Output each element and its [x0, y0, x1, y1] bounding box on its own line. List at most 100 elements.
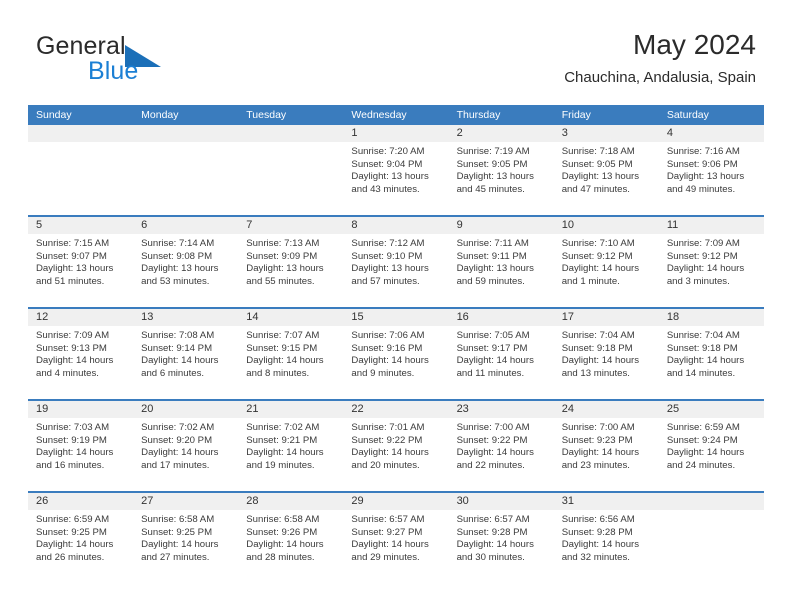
daylight-text: Daylight: 14 hours — [666, 447, 745, 459]
sunrise-text: Sunrise: 6:57 AM — [456, 514, 530, 525]
daylight-text: Daylight: 13 hours — [456, 263, 534, 275]
sunset-text: Sunset: 9:27 PM — [351, 526, 423, 538]
calendar-day-cell[interactable]: 7 Sunrise: 7:13 AM Sunset: 9:09 PM Daylight… — [238, 217, 343, 307]
day-details: Sunrise: 7:14 AM Sunset: 9:08 PM Daylight:… — [141, 234, 230, 288]
calendar-day-cell[interactable]: 23 Sunrise: 7:00 AM Sunset: 9:22 PM Dayligh… — [449, 401, 554, 491]
sunset-text: Sunset: 9:22 PM — [351, 434, 423, 446]
sunset-text: Sunset: 9:25 PM — [141, 526, 213, 538]
daylight-text: Daylight: 13 hours — [561, 171, 640, 183]
sunrise-text: Sunrise: 7:00 AM — [561, 422, 635, 433]
calendar-day-cell[interactable]: 13 Sunrise: 7:08 AM Sunset: 9:14 PM Dayligh… — [133, 309, 238, 399]
day-details: Sunrise: 6:57 AM Sunset: 9:28 PM Daylight:… — [457, 510, 546, 564]
weekday-header-tuesday: Tuesday — [246, 109, 287, 121]
day-number: 25 — [666, 403, 680, 415]
daylight-text-cont: and 29 minutes. — [351, 551, 420, 563]
calendar-day-cell[interactable]: 3 Sunrise: 7:18 AM Sunset: 9:05 PM Daylight… — [554, 125, 659, 215]
daylight-text-cont: and 3 minutes. — [666, 275, 730, 287]
calendar-day-cell[interactable]: 24 Sunrise: 7:00 AM Sunset: 9:23 PM Dayligh… — [554, 401, 659, 491]
calendar-day-cell[interactable]: 16 Sunrise: 7:05 AM Sunset: 9:17 PM Dayligh… — [449, 309, 554, 399]
calendar-day-cell[interactable]: 31 Sunrise: 6:56 AM Sunset: 9:28 PM Dayligh… — [554, 493, 659, 581]
sunrise-text: Sunrise: 7:08 AM — [141, 330, 215, 341]
weekday-header-monday: Monday — [141, 109, 179, 121]
calendar-week-row: 12 Sunrise: 7:09 AM Sunset: 9:13 PM Dayligh… — [28, 307, 764, 399]
calendar-day-cell[interactable]: 12 Sunrise: 7:09 AM Sunset: 9:13 PM Dayligh… — [28, 309, 133, 399]
calendar-day-cell[interactable]: 19 Sunrise: 7:03 AM Sunset: 9:19 PM Dayligh… — [28, 401, 133, 491]
sunset-text: Sunset: 9:11 PM — [456, 250, 527, 262]
sunset-text: Sunset: 9:12 PM — [561, 250, 633, 262]
day-number: 19 — [36, 403, 49, 415]
calendar-day-cell[interactable]: 11 Sunrise: 7:09 AM Sunset: 9:12 PM Dayligh… — [659, 217, 764, 307]
daylight-text-cont: and 11 minutes. — [456, 367, 525, 379]
page-header: General Blue May 2024 Chauchina, Andalus… — [0, 28, 792, 100]
sunset-text: Sunset: 9:05 PM — [561, 158, 633, 170]
day-number: 15 — [351, 311, 364, 323]
daylight-text-cont: and 32 minutes. — [561, 551, 630, 563]
day-number: 14 — [246, 311, 259, 323]
calendar-day-cell[interactable]: 1 Sunrise: 7:20 AM Sunset: 9:04 PM Daylight… — [343, 125, 448, 215]
day-number: 4 — [666, 127, 673, 139]
calendar-day-cell[interactable]: 28 Sunrise: 6:58 AM Sunset: 9:26 PM Dayligh… — [238, 493, 343, 581]
sunset-text: Sunset: 9:16 PM — [351, 342, 423, 354]
calendar-day-cell[interactable]: 17 Sunrise: 7:04 AM Sunset: 9:18 PM Dayligh… — [554, 309, 659, 399]
calendar-day-cell[interactable]: 15 Sunrise: 7:06 AM Sunset: 9:16 PM Dayligh… — [343, 309, 448, 399]
brand-name-general: General — [36, 32, 126, 60]
weekday-header-sunday: Sunday — [36, 109, 72, 121]
sunrise-text: Sunrise: 6:59 AM — [666, 422, 740, 433]
daylight-text: Daylight: 14 hours — [351, 447, 429, 459]
calendar-day-cell[interactable]: 8 Sunrise: 7:12 AM Sunset: 9:10 PM Daylight… — [343, 217, 448, 307]
calendar-day-cell[interactable]: 10 Sunrise: 7:10 AM Sunset: 9:12 PM Dayligh… — [554, 217, 659, 307]
sunset-text: Sunset: 9:21 PM — [246, 434, 318, 446]
daylight-text: Daylight: 14 hours — [456, 355, 534, 367]
day-number: 6 — [141, 219, 148, 231]
sunrise-text: Sunrise: 7:20 AM — [351, 146, 425, 157]
calendar-day-cell[interactable]: 22 Sunrise: 7:01 AM Sunset: 9:22 PM Dayligh… — [343, 401, 448, 491]
daylight-text: Daylight: 14 hours — [561, 447, 640, 459]
sunset-text: Sunset: 9:22 PM — [456, 434, 528, 446]
calendar-day-cell[interactable]: 29 Sunrise: 6:57 AM Sunset: 9:27 PM Dayligh… — [343, 493, 448, 581]
sunset-text: Sunset: 9:25 PM — [36, 526, 107, 538]
weekday-header-friday: Friday — [561, 109, 591, 121]
calendar-day-cell[interactable]: 4 Sunrise: 7:16 AM Sunset: 9:06 PM Daylight… — [659, 125, 764, 215]
calendar-day-cell[interactable]: 25 Sunrise: 6:59 AM Sunset: 9:24 PM Dayligh… — [659, 401, 764, 491]
calendar-day-cell[interactable]: 2 Sunrise: 7:19 AM Sunset: 9:05 PM Daylight… — [449, 125, 554, 215]
calendar-empty-cell — [28, 125, 133, 215]
sunrise-text: Sunrise: 6:58 AM — [246, 514, 320, 525]
day-details: Sunrise: 7:09 AM Sunset: 9:12 PM Daylight:… — [667, 234, 756, 288]
daylight-text-cont: and 55 minutes. — [246, 275, 315, 287]
calendar-day-cell[interactable]: 27 Sunrise: 6:58 AM Sunset: 9:25 PM Dayligh… — [133, 493, 238, 581]
sunset-text: Sunset: 9:26 PM — [246, 526, 318, 538]
sunset-text: Sunset: 9:13 PM — [36, 342, 107, 354]
calendar-day-cell[interactable]: 14 Sunrise: 7:07 AM Sunset: 9:15 PM Dayligh… — [238, 309, 343, 399]
daylight-text-cont: and 27 minutes. — [141, 551, 210, 563]
calendar-empty-cell — [659, 493, 764, 581]
day-number: 7 — [246, 219, 253, 231]
sunrise-text: Sunrise: 7:02 AM — [141, 422, 215, 433]
day-number: 28 — [246, 495, 259, 507]
day-details: Sunrise: 7:00 AM Sunset: 9:22 PM Daylight:… — [457, 418, 546, 472]
daylight-text-cont: and 49 minutes. — [666, 183, 736, 195]
day-number: 27 — [141, 495, 154, 507]
day-number: 16 — [456, 311, 469, 323]
daylight-text: Daylight: 13 hours — [36, 263, 114, 275]
calendar-day-cell[interactable]: 5 Sunrise: 7:15 AM Sunset: 9:07 PM Daylight… — [28, 217, 133, 307]
daylight-text: Daylight: 14 hours — [666, 263, 745, 275]
day-details: Sunrise: 7:02 AM Sunset: 9:20 PM Daylight:… — [141, 418, 230, 472]
sunset-text: Sunset: 9:14 PM — [141, 342, 213, 354]
calendar-day-cell[interactable]: 26 Sunrise: 6:59 AM Sunset: 9:25 PM Dayligh… — [28, 493, 133, 581]
calendar-day-cell[interactable]: 30 Sunrise: 6:57 AM Sunset: 9:28 PM Dayligh… — [449, 493, 554, 581]
calendar-day-cell[interactable]: 9 Sunrise: 7:11 AM Sunset: 9:11 PM Daylight… — [449, 217, 554, 307]
sunrise-text: Sunrise: 7:05 AM — [456, 330, 530, 341]
daylight-text: Daylight: 14 hours — [141, 539, 219, 551]
sunrise-text: Sunrise: 7:18 AM — [561, 146, 635, 157]
daylight-text-cont: and 8 minutes. — [246, 367, 310, 379]
calendar-day-cell[interactable]: 18 Sunrise: 7:04 AM Sunset: 9:18 PM Dayligh… — [659, 309, 764, 399]
calendar-day-cell[interactable]: 20 Sunrise: 7:02 AM Sunset: 9:20 PM Dayligh… — [133, 401, 238, 491]
calendar-day-cell[interactable]: 21 Sunrise: 7:02 AM Sunset: 9:21 PM Dayligh… — [238, 401, 343, 491]
brand-logo[interactable]: General Blue — [36, 34, 236, 96]
sunrise-text: Sunrise: 7:00 AM — [456, 422, 530, 433]
daylight-text: Daylight: 14 hours — [456, 539, 534, 551]
daylight-text: Daylight: 14 hours — [36, 355, 114, 367]
sunrise-text: Sunrise: 7:09 AM — [36, 330, 110, 341]
daylight-text: Daylight: 13 hours — [246, 263, 324, 275]
calendar-day-cell[interactable]: 6 Sunrise: 7:14 AM Sunset: 9:08 PM Daylight… — [133, 217, 238, 307]
